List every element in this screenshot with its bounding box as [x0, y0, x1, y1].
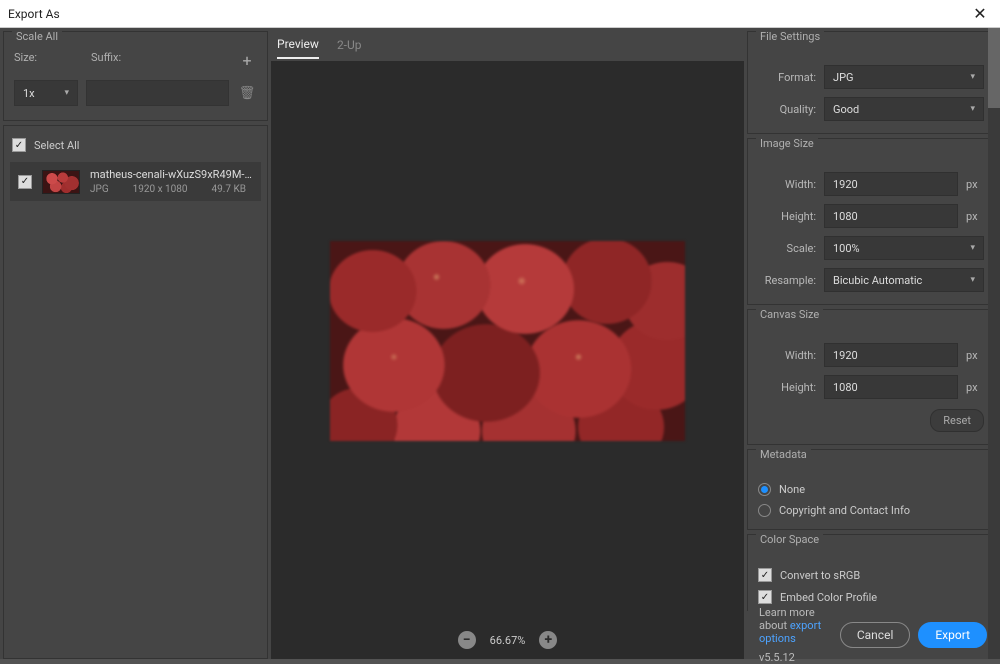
chevron-down-icon: ▾: [970, 275, 975, 285]
width-input[interactable]: 1920: [824, 172, 958, 196]
add-scale-icon[interactable]: +: [237, 51, 257, 70]
image-size-section: Image Size Width: 1920 px Height: 1080 p…: [747, 138, 995, 305]
asset-dimensions: 1920 x 1080: [133, 184, 188, 195]
size-label: Size:: [14, 51, 91, 70]
asset-item[interactable]: ✓ matheus-cenali-wXuzS9xR49M-uns JPG 192…: [10, 162, 261, 201]
height-input[interactable]: 1080: [824, 204, 958, 228]
canvas-height-label: Height:: [758, 381, 816, 394]
quality-select[interactable]: Good ▾: [824, 97, 984, 121]
center-panel: Preview 2-Up − 66.67% +: [271, 31, 744, 659]
footer: Learn more about export options v5.5.12 …: [747, 611, 997, 659]
reset-button[interactable]: Reset: [930, 409, 984, 432]
zoom-bar: − 66.67% +: [271, 621, 744, 659]
canvas-height-input[interactable]: 1080: [824, 375, 958, 399]
metadata-copyright-option[interactable]: Copyright and Contact Info: [758, 504, 984, 517]
scale-select[interactable]: 100% ▾: [824, 236, 984, 260]
suffix-label: Suffix:: [91, 51, 237, 70]
chevron-down-icon: ▾: [970, 104, 975, 114]
select-all-label: Select All: [34, 139, 79, 152]
tab-preview[interactable]: Preview: [277, 37, 319, 59]
dialog-body: Scale All Size: Suffix: + 1x ▾ 🗑 ✓ Selec…: [0, 28, 1000, 659]
width-unit: px: [966, 178, 984, 191]
height-unit: px: [966, 210, 984, 223]
zoom-value: 66.67%: [490, 634, 526, 647]
zoom-out-button[interactable]: −: [458, 631, 476, 649]
close-icon[interactable]: ✕: [968, 4, 992, 23]
asset-checkbox[interactable]: ✓: [18, 175, 32, 189]
version-label: v5.5.12: [759, 651, 832, 664]
preview-area[interactable]: [271, 61, 744, 621]
scale-all-section: Scale All Size: Suffix: + 1x ▾ 🗑: [3, 31, 268, 121]
preview-tabs: Preview 2-Up: [271, 31, 744, 61]
canvas-size-section: Canvas Size Width: 1920 px Height: 1080 …: [747, 309, 995, 445]
tab-2up[interactable]: 2-Up: [337, 38, 362, 58]
checkbox-icon: ✓: [758, 590, 772, 604]
colorspace-section: Color Space ✓ Convert to sRGB ✓ Embed Co…: [747, 534, 995, 611]
quality-value: Good: [833, 103, 859, 116]
canvas-height-unit: px: [966, 381, 984, 394]
cancel-button[interactable]: Cancel: [840, 622, 911, 648]
asset-filesize: 49.7 KB: [212, 184, 246, 195]
size-select-value: 1x: [23, 87, 35, 100]
scale-all-legend: Scale All: [12, 30, 62, 43]
format-value: JPG: [833, 71, 854, 84]
width-label: Width:: [758, 178, 816, 191]
titlebar: Export As ✕: [0, 0, 1000, 28]
zoom-in-button[interactable]: +: [539, 631, 557, 649]
resample-value: Bicubic Automatic: [833, 274, 922, 287]
quality-label: Quality:: [758, 103, 816, 116]
canvas-width-label: Width:: [758, 349, 816, 362]
metadata-section: Metadata None Copyright and Contact Info: [747, 449, 995, 530]
canvas-width-unit: px: [966, 349, 984, 362]
embed-profile-checkbox[interactable]: ✓ Embed Color Profile: [758, 590, 984, 604]
left-panel: Scale All Size: Suffix: + 1x ▾ 🗑 ✓ Selec…: [3, 31, 268, 659]
asset-list-section: ✓ Select All ✓ matheus-cenali-wXuzS9xR49…: [3, 125, 268, 659]
image-size-legend: Image Size: [756, 137, 818, 150]
preview-image: [330, 241, 685, 441]
asset-name: matheus-cenali-wXuzS9xR49M-uns: [90, 168, 253, 181]
height-label: Height:: [758, 210, 816, 223]
colorspace-legend: Color Space: [756, 533, 823, 546]
resample-select[interactable]: Bicubic Automatic ▾: [824, 268, 984, 292]
file-settings-section: File Settings Format: JPG ▾ Quality: Goo…: [747, 31, 995, 134]
asset-format: JPG: [90, 184, 109, 195]
canvas-size-legend: Canvas Size: [756, 308, 823, 321]
format-label: Format:: [758, 71, 816, 84]
asset-thumbnail: [42, 170, 80, 194]
window-scrollbar[interactable]: [988, 28, 1000, 659]
resample-label: Resample:: [758, 274, 816, 287]
right-panel: File Settings Format: JPG ▾ Quality: Goo…: [747, 31, 997, 611]
chevron-down-icon: ▾: [970, 243, 975, 253]
convert-srgb-checkbox[interactable]: ✓ Convert to sRGB: [758, 568, 984, 582]
canvas-width-input[interactable]: 1920: [824, 343, 958, 367]
select-all-checkbox[interactable]: ✓: [12, 138, 26, 152]
trash-icon[interactable]: 🗑: [237, 86, 257, 101]
radio-icon: [758, 483, 771, 496]
format-select[interactable]: JPG ▾: [824, 65, 984, 89]
chevron-down-icon: ▾: [64, 88, 69, 98]
size-select[interactable]: 1x ▾: [14, 80, 78, 106]
window-title: Export As: [8, 7, 60, 21]
scale-value: 100%: [833, 242, 860, 255]
scale-label: Scale:: [758, 242, 816, 255]
suffix-input[interactable]: [86, 80, 229, 106]
chevron-down-icon: ▾: [970, 72, 975, 82]
export-button[interactable]: Export: [918, 622, 987, 648]
metadata-legend: Metadata: [756, 448, 811, 461]
checkbox-icon: ✓: [758, 568, 772, 582]
file-settings-legend: File Settings: [756, 31, 824, 43]
metadata-none-option[interactable]: None: [758, 483, 984, 496]
radio-icon: [758, 504, 771, 517]
